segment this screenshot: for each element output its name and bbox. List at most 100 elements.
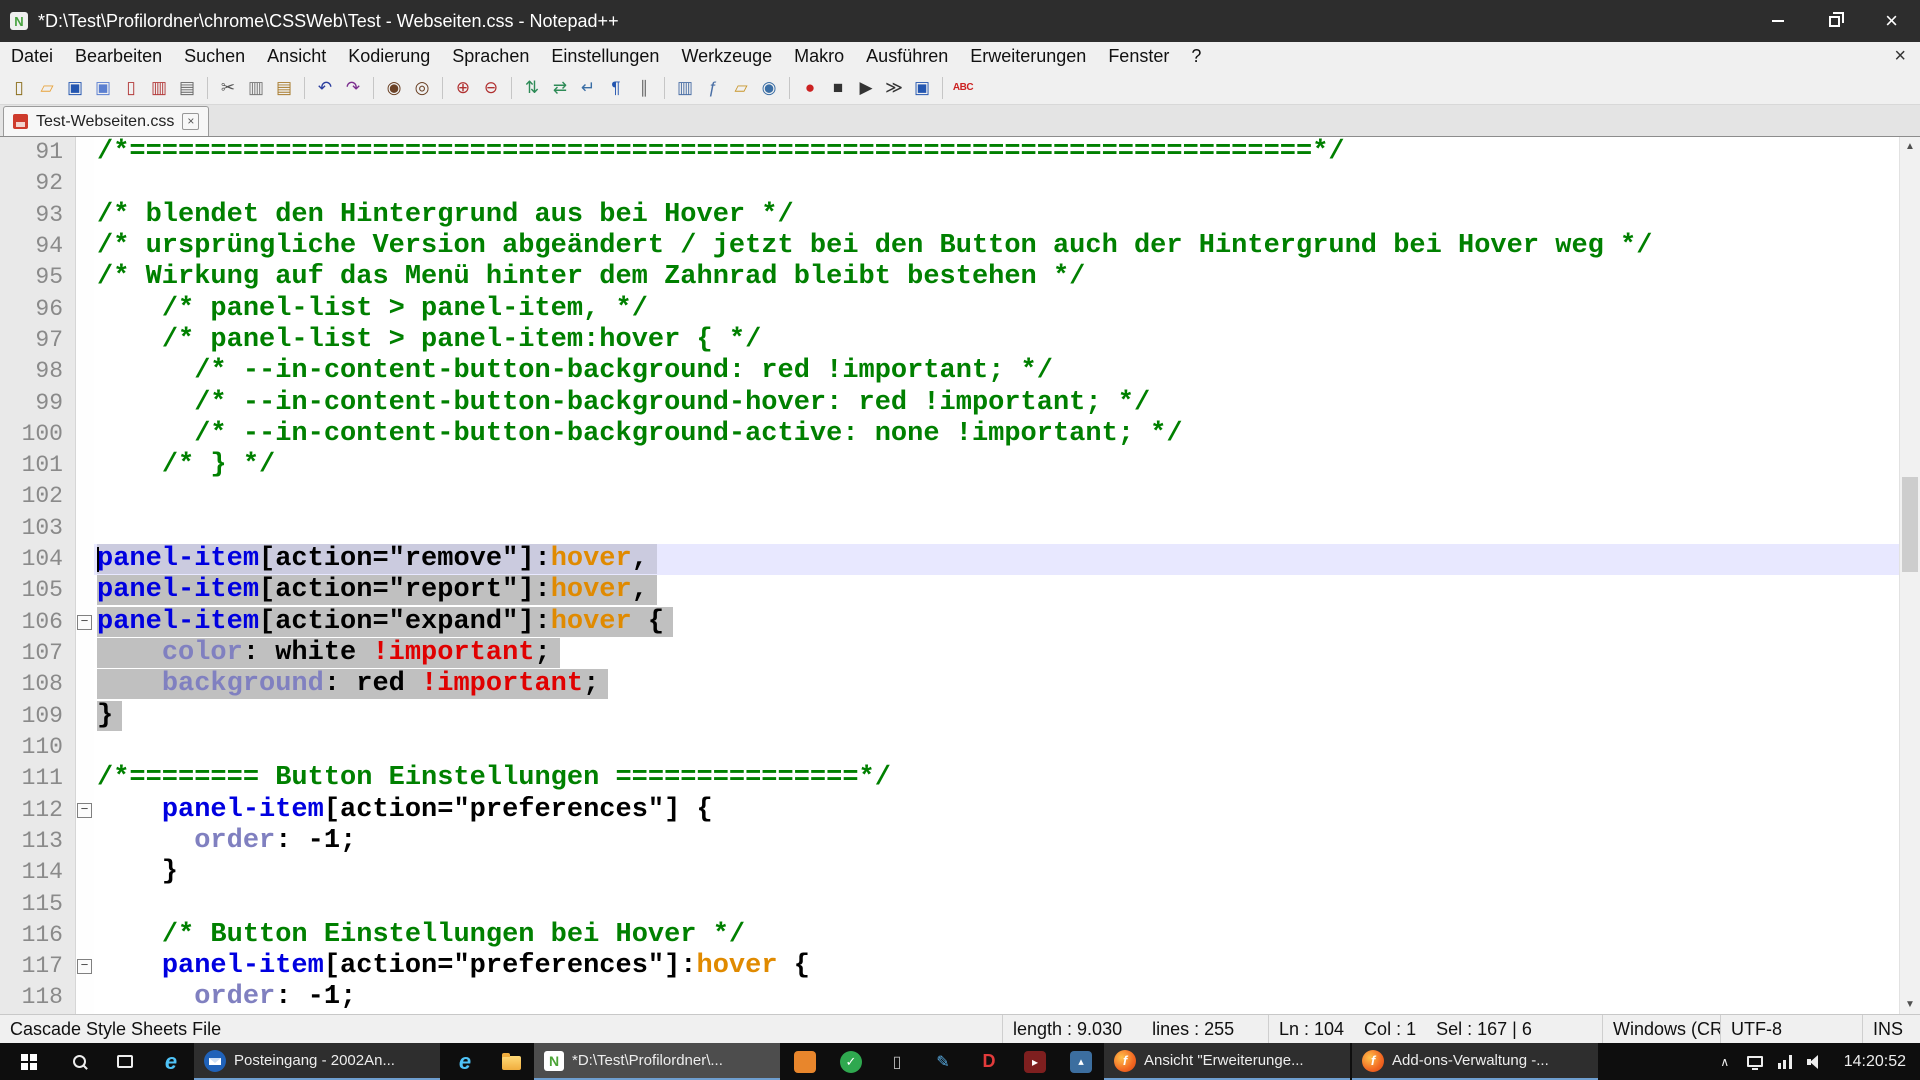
code-line[interactable]: /* panel-list > panel-item:hover { */	[94, 325, 1899, 356]
close-button[interactable]: ×	[1863, 0, 1920, 42]
taskbar-edge-icon[interactable]: e	[148, 1043, 194, 1080]
toolbar-replace-icon[interactable]: ◎	[409, 75, 435, 101]
minimize-button[interactable]	[1749, 0, 1806, 42]
menu-item-sprachen[interactable]: Sprachen	[441, 42, 540, 71]
taskbar-clock[interactable]: 14:20:52	[1830, 1053, 1920, 1071]
taskbar-pinned-photos-icon[interactable]: ▴	[1058, 1043, 1104, 1080]
tray-chevron-up-icon[interactable]: ∧	[1710, 1055, 1740, 1069]
taskbar-pinned-media-icon[interactable]: ▸	[1012, 1043, 1058, 1080]
code-line[interactable]: /* Button Einstellungen bei Hover */	[94, 920, 1899, 951]
menu-item-ausfuehren[interactable]: Ausführen	[855, 42, 959, 71]
taskbar-pinned-orange-icon[interactable]	[782, 1043, 828, 1080]
menu-item-ansicht[interactable]: Ansicht	[256, 42, 337, 71]
code-line[interactable]: panel-item[action="remove"]:hover,	[94, 544, 1899, 575]
taskbar-explorer-icon[interactable]	[488, 1043, 534, 1080]
tray-display-icon[interactable]	[1740, 1056, 1770, 1067]
line-number[interactable]: 104	[0, 544, 76, 575]
code-line[interactable]: background: red !important;	[94, 669, 1899, 700]
scrollbar-thumb[interactable]	[1902, 477, 1918, 572]
toolbar-monitoring-icon[interactable]: ◉	[756, 75, 782, 101]
taskbar-task-view-icon[interactable]	[102, 1043, 148, 1080]
status-cell-insert-mode[interactable]: INS	[1862, 1015, 1920, 1043]
toolbar-close-icon[interactable]: ▯	[118, 75, 144, 101]
code-line[interactable]: /* ursprüngliche Version abgeändert / je…	[94, 231, 1899, 262]
menu-item-fenster[interactable]: Fenster	[1097, 42, 1180, 71]
taskbar-pinned-green-check-icon[interactable]: ✓	[828, 1043, 874, 1080]
menu-item-makro[interactable]: Makro	[783, 42, 855, 71]
menu-item-suchen[interactable]: Suchen	[173, 42, 256, 71]
code-line[interactable]: /* blendet den Hintergrund aus bei Hover…	[94, 200, 1899, 231]
line-number[interactable]: 118	[0, 982, 76, 1013]
line-number[interactable]: 101	[0, 450, 76, 481]
line-number[interactable]: 109	[0, 701, 76, 732]
code-line[interactable]: /*======== Button Einstellungen ========…	[94, 763, 1899, 794]
menu-item-werkzeuge[interactable]: Werkzeuge	[670, 42, 783, 71]
line-number[interactable]: 97	[0, 325, 76, 356]
fold-marker-icon[interactable]: −	[77, 803, 92, 818]
toolbar-sync-vertical-icon[interactable]: ⇅	[519, 75, 545, 101]
code-line[interactable]: order: -1;	[94, 982, 1899, 1013]
code-line[interactable]: /* } */	[94, 450, 1899, 481]
toolbar-macro-play-icon[interactable]: ▶	[853, 75, 879, 101]
line-number[interactable]: 111	[0, 763, 76, 794]
toolbar-redo-icon[interactable]: ↷	[340, 75, 366, 101]
code-line[interactable]: /* panel-list > panel-item, */	[94, 294, 1899, 325]
line-number[interactable]: 114	[0, 857, 76, 888]
menu-close-document-button[interactable]: ×	[1886, 42, 1914, 71]
tab-close-icon[interactable]: ×	[182, 113, 199, 130]
toolbar-zoom-in-icon[interactable]: ⊕	[450, 75, 476, 101]
toolbar-save-icon[interactable]: ▣	[62, 75, 88, 101]
toolbar-macro-record-icon[interactable]: ●	[797, 75, 823, 101]
taskbar-internet-explorer-icon[interactable]: e	[442, 1043, 488, 1080]
line-number[interactable]: 107	[0, 638, 76, 669]
tray-network-icon[interactable]	[1770, 1055, 1800, 1069]
line-number[interactable]: 94	[0, 231, 76, 262]
taskbar-window-notepadpp[interactable]: N*D:\Test\Profilordner\...	[534, 1043, 780, 1080]
taskbar-window-firefox-extensions[interactable]: fAnsicht "Erweiterunge...	[1104, 1043, 1350, 1080]
toolbar-document-map-icon[interactable]: ▥	[672, 75, 698, 101]
menu-item-hilfe[interactable]: ?	[1180, 42, 1212, 71]
taskbar-pinned-quill-icon[interactable]: ✎	[920, 1043, 966, 1080]
code-line[interactable]	[94, 889, 1899, 920]
taskbar-pinned-d-icon[interactable]: D	[966, 1043, 1012, 1080]
code-line[interactable]: /* --in-content-button-background: red !…	[94, 356, 1899, 387]
toolbar-print-icon[interactable]: ▤	[174, 75, 200, 101]
code-line[interactable]: panel-item[action="preferences"]:hover {	[94, 951, 1899, 982]
code-line[interactable]: /* Wirkung auf das Menü hinter dem Zahnr…	[94, 262, 1899, 293]
toolbar-find-icon[interactable]: ◉	[381, 75, 407, 101]
code-line[interactable]: /* --in-content-button-background-active…	[94, 419, 1899, 450]
line-number[interactable]: 112	[0, 795, 76, 826]
line-number[interactable]: 105	[0, 575, 76, 606]
line-number[interactable]: 95	[0, 262, 76, 293]
restore-button[interactable]	[1806, 0, 1863, 42]
toolbar-new-file-icon[interactable]: ▯	[6, 75, 32, 101]
tray-volume-icon[interactable]	[1800, 1055, 1830, 1069]
taskbar-start-icon[interactable]	[0, 1043, 56, 1080]
toolbar-sync-horizontal-icon[interactable]: ⇄	[547, 75, 573, 101]
toolbar-open-folder-icon[interactable]: ▱	[34, 75, 60, 101]
code-line[interactable]: /*======================================…	[94, 137, 1899, 168]
taskbar-window-firefox-addons[interactable]: fAdd-ons-Verwaltung -...	[1352, 1043, 1598, 1080]
code-line[interactable]: color: white !important;	[94, 638, 1899, 669]
line-number[interactable]: 102	[0, 481, 76, 512]
toolbar-macro-run-multiple-icon[interactable]: ≫	[881, 75, 907, 101]
code-line[interactable]: }	[94, 701, 1899, 732]
scroll-up-icon[interactable]: ▲	[1900, 137, 1920, 156]
code-line[interactable]: /* --in-content-button-background-hover:…	[94, 388, 1899, 419]
line-number[interactable]: 98	[0, 356, 76, 387]
toolbar-paste-icon[interactable]: ▤	[271, 75, 297, 101]
code-line[interactable]	[94, 732, 1899, 763]
vertical-scrollbar[interactable]: ▲ ▼	[1899, 137, 1920, 1014]
toolbar-word-wrap-icon[interactable]: ↵	[575, 75, 601, 101]
toolbar-zoom-out-icon[interactable]: ⊖	[478, 75, 504, 101]
taskbar-window-thunderbird-inbox[interactable]: Posteingang - 2002An...	[194, 1043, 440, 1080]
line-number[interactable]: 115	[0, 889, 76, 920]
toolbar-copy-icon[interactable]: ▥	[243, 75, 269, 101]
line-number[interactable]: 92	[0, 168, 76, 199]
taskbar-pinned-phone-icon[interactable]: ▯	[874, 1043, 920, 1080]
toolbar-spell-check-icon[interactable]: ABC	[950, 75, 976, 101]
menu-item-kodierung[interactable]: Kodierung	[337, 42, 441, 71]
status-cell-eol-format[interactable]: Windows (CR LF)	[1602, 1015, 1720, 1043]
fold-marker-icon[interactable]: −	[77, 615, 92, 630]
code-line[interactable]	[94, 513, 1899, 544]
